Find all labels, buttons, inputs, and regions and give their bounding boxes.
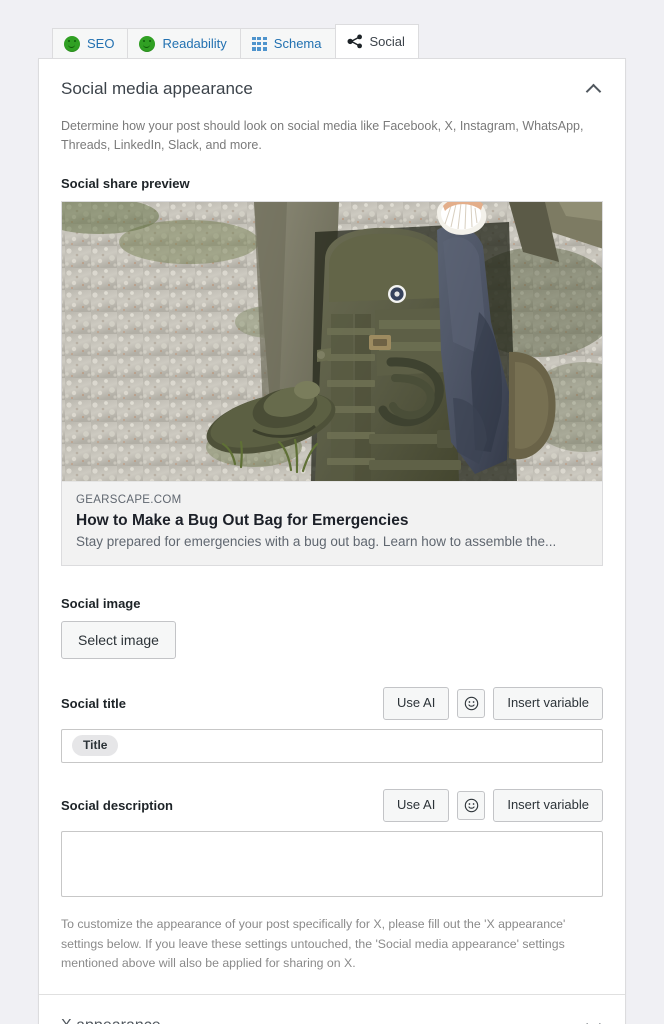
backpack-photo-illustration (62, 201, 602, 481)
social-title-actions: Use AI Insert variable (383, 686, 603, 720)
social-title-input[interactable]: Title (61, 728, 603, 763)
tab-readability[interactable]: Readability (127, 28, 241, 58)
social-title-variable-chip[interactable]: Title (72, 735, 119, 757)
social-settings-screen: SEO Readability Schema Social Social med… (0, 0, 664, 1024)
share-nodes-icon (347, 34, 362, 49)
social-image-label: Social image (61, 595, 141, 611)
social-title-insert-variable-button[interactable]: Insert variable (493, 686, 603, 720)
tab-social[interactable]: Social (334, 24, 419, 58)
smiley-face-icon (464, 798, 479, 812)
tab-seo[interactable]: SEO (52, 28, 129, 58)
tab-social-label: Social (369, 34, 405, 49)
preview-image (62, 201, 602, 481)
preview-title: How to Make a Bug Out Bag for Emergencie… (76, 511, 409, 529)
chevron-up-icon[interactable] (585, 80, 603, 98)
social-title-row: Social title Use AI Insert variable (61, 686, 603, 720)
social-description-emoji-button[interactable] (457, 790, 486, 820)
social-title-label: Social title (61, 695, 127, 711)
panel-title: Social media appearance (61, 79, 253, 98)
social-title-use-ai-button[interactable]: Use AI (383, 686, 450, 720)
social-description-textarea[interactable] (61, 830, 603, 897)
smiley-green-icon (64, 35, 80, 52)
social-media-appearance-header[interactable]: Social media appearance (39, 59, 625, 117)
panel-description: Determine how your post should look on s… (61, 119, 584, 153)
panel-body: Determine how your post should look on s… (39, 117, 625, 994)
social-description-actions: Use AI Insert variable (383, 788, 603, 822)
social-description-use-ai-button[interactable]: Use AI (383, 788, 450, 822)
schema-grid-icon (251, 36, 267, 51)
tab-readability-label: Readability (162, 36, 227, 51)
smiley-face-icon (464, 696, 479, 711)
social-title-emoji-button[interactable] (457, 688, 486, 718)
social-description-label: Social description (61, 797, 173, 813)
social-description-row: Social description Use AI Insert variabl… (61, 788, 603, 822)
smiley-green-icon (139, 35, 156, 52)
tab-schema-label: Schema (273, 36, 322, 51)
x-appearance-note: To customize the appearance of your post… (61, 916, 566, 971)
preview-meta: GEARSCAPE.COM How to Make a Bug Out Bag … (62, 480, 602, 565)
x-appearance-header[interactable]: X appearance (39, 995, 625, 1024)
chevron-down-icon[interactable] (585, 1017, 603, 1024)
select-image-button[interactable]: Select image (61, 620, 176, 659)
preview-description: Stay prepared for emergencies with a bug… (76, 534, 557, 550)
x-appearance-title: X appearance (61, 1017, 161, 1024)
social-description-insert-variable-button[interactable]: Insert variable (493, 788, 603, 822)
social-share-preview-label: Social share preview (61, 175, 190, 191)
tab-schema[interactable]: Schema (239, 28, 336, 58)
preview-domain: GEARSCAPE.COM (76, 493, 182, 506)
social-card: Social media appearance Determine how yo… (38, 58, 626, 1024)
social-share-preview-card: GEARSCAPE.COM How to Make a Bug Out Bag … (61, 200, 603, 566)
tab-seo-label: SEO (87, 36, 115, 51)
tabstrip: SEO Readability Schema Social (52, 24, 419, 58)
